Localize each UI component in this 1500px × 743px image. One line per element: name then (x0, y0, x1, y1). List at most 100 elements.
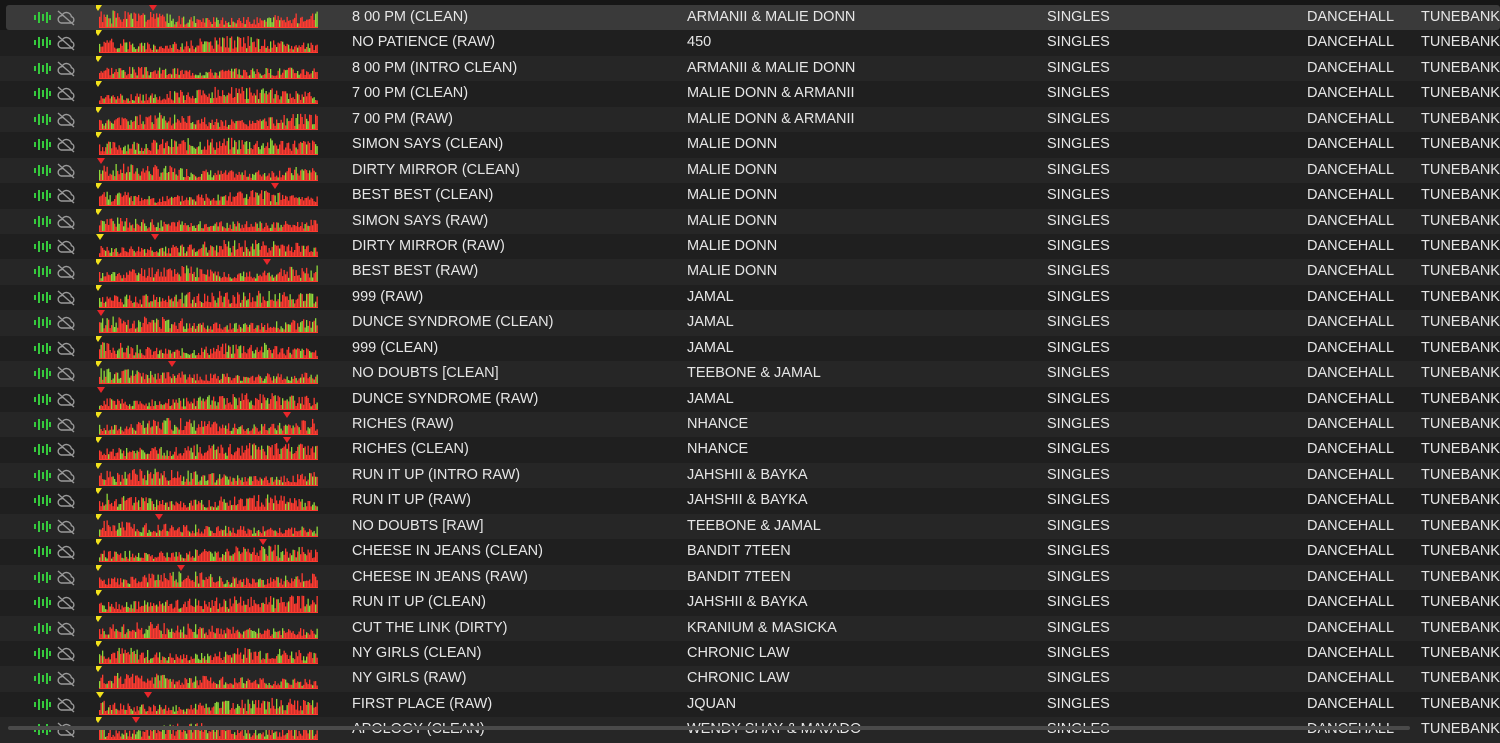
cloud-off-icon[interactable] (56, 162, 76, 179)
waveform-bars-icon[interactable] (33, 188, 51, 203)
waveform-preview[interactable] (96, 335, 322, 361)
waveform-preview[interactable] (96, 462, 322, 488)
cue-marker[interactable] (96, 132, 102, 139)
waveform-bars-icon[interactable] (33, 493, 51, 508)
cloud-off-icon[interactable] (56, 213, 76, 230)
cloud-off-icon[interactable] (56, 85, 76, 102)
track-row[interactable]: 8 00 PM (INTRO CLEAN) ARMANII & MALIE DON… (0, 55, 1500, 82)
cloud-off-icon[interactable] (56, 543, 76, 560)
waveform-preview[interactable] (96, 259, 322, 284)
track-row[interactable]: DIRTY MIRROR (CLEAN) MALIE DONN SINGLES DAN… (0, 157, 1500, 184)
cue-marker[interactable] (97, 157, 105, 164)
horizontal-scrollbar[interactable] (8, 726, 1410, 730)
cloud-off-icon[interactable] (56, 467, 76, 484)
cloud-off-icon[interactable] (56, 9, 76, 26)
cloud-off-icon[interactable] (56, 391, 76, 408)
cue-marker[interactable] (96, 640, 102, 647)
cue-marker[interactable] (151, 233, 159, 240)
waveform-bars-icon[interactable] (33, 290, 51, 305)
waveform-bars-icon[interactable] (33, 519, 51, 534)
waveform-bars-icon[interactable] (33, 570, 51, 585)
cue-marker[interactable] (96, 335, 102, 342)
cue-marker[interactable] (96, 462, 102, 469)
track-row[interactable]: RICHES (RAW) NHANCE SINGLES DANCEHALL TUNEBA… (0, 412, 1500, 438)
waveform-preview[interactable] (96, 106, 322, 132)
waveform-bars-icon[interactable] (33, 163, 51, 178)
waveform-bars-icon[interactable] (33, 214, 51, 229)
track-row[interactable]: CHEESE IN JEANS (CLEAN) BANDIT 7TEEN SINGL… (0, 539, 1500, 565)
track-row[interactable]: CUT THE LINK (DIRTY) KRANIUM & MASICKA SIN… (0, 615, 1500, 641)
cue-marker[interactable] (96, 666, 102, 673)
cue-marker[interactable] (259, 539, 267, 546)
waveform-bars-icon[interactable] (33, 595, 51, 610)
track-row[interactable]: DIRTY MIRROR (RAW) MALIE DONN SINGLES DANCE… (0, 233, 1500, 260)
cue-marker[interactable] (96, 513, 102, 520)
cue-marker[interactable] (97, 386, 105, 393)
track-row[interactable]: RICHES (CLEAN) NHANCE SINGLES DANCEHALL TUNE… (0, 437, 1500, 463)
waveform-preview[interactable] (96, 564, 322, 590)
track-row[interactable]: NY GIRLS (CLEAN) CHRONIC LAW SINGLES DANCEH… (0, 640, 1500, 667)
cloud-off-icon[interactable] (56, 289, 76, 306)
cloud-off-icon[interactable] (56, 136, 76, 153)
waveform-preview[interactable] (96, 157, 322, 183)
track-row[interactable]: NO PATIENCE (RAW) 450 SINGLES DANCEHALL TUNE… (0, 30, 1500, 56)
track-row[interactable]: DUNCE SYNDROME (CLEAN) JAMAL SINGLES DANCEH… (0, 310, 1500, 336)
track-row[interactable]: DUNCE SYNDROME (RAW) JAMAL SINGLES DANCEHAL… (0, 386, 1500, 412)
cue-marker[interactable] (96, 259, 102, 266)
waveform-preview[interactable] (96, 132, 322, 157)
waveform-bars-icon[interactable] (33, 264, 51, 279)
waveform-preview[interactable] (96, 590, 322, 615)
waveform-preview[interactable] (96, 55, 322, 81)
waveform-preview[interactable] (96, 284, 322, 310)
track-row[interactable]: BEST BEST (CLEAN) MALIE DONN SINGLES DANCEH… (0, 183, 1500, 209)
track-row[interactable]: CHEESE IN JEANS (RAW) BANDIT 7TEEN SINGLES… (0, 564, 1500, 591)
cue-marker[interactable] (155, 513, 163, 520)
cue-marker[interactable] (168, 361, 176, 368)
waveform-bars-icon[interactable] (33, 35, 51, 50)
track-row[interactable]: FIRST PLACE (RAW) JQUAN SINGLES DANCEHALL TU… (0, 691, 1500, 718)
cloud-off-icon[interactable] (56, 263, 76, 280)
cue-marker[interactable] (96, 488, 102, 495)
cloud-off-icon[interactable] (56, 111, 76, 128)
waveform-preview[interactable] (96, 386, 322, 412)
cloud-off-icon[interactable] (56, 340, 76, 357)
waveform-preview[interactable] (96, 81, 322, 106)
track-row[interactable]: NY GIRLS (RAW) CHRONIC LAW SINGLES DANCEHAL… (0, 666, 1500, 692)
track-row[interactable]: 999 (CLEAN) JAMAL SINGLES DANCEHALL TUNEBANK (0, 335, 1500, 362)
cloud-off-icon[interactable] (56, 492, 76, 509)
track-row[interactable]: NO DOUBTS [RAW] TEEBONE & JAMAL SINGLES DAN… (0, 513, 1500, 540)
cloud-off-icon[interactable] (56, 60, 76, 77)
waveform-bars-icon[interactable] (33, 10, 51, 25)
waveform-preview[interactable] (96, 5, 322, 30)
track-row[interactable]: SIMON SAYS (RAW) MALIE DONN SINGLES DANCEHA… (0, 208, 1500, 234)
track-row[interactable]: 999 (RAW) JAMAL SINGLES DANCEHALL TUNEBANK (0, 284, 1500, 311)
waveform-bars-icon[interactable] (33, 621, 51, 636)
cloud-off-icon[interactable] (56, 670, 76, 687)
waveform-bars-icon[interactable] (33, 341, 51, 356)
waveform-preview[interactable] (96, 412, 322, 437)
waveform-bars-icon[interactable] (33, 697, 51, 712)
cue-marker[interactable] (132, 717, 140, 724)
cue-marker[interactable] (96, 208, 102, 215)
waveform-bars-icon[interactable] (33, 366, 51, 381)
cue-marker[interactable] (96, 615, 102, 622)
track-row[interactable]: BEST BEST (RAW) MALIE DONN SINGLES DANCEHAL… (0, 259, 1500, 285)
waveform-preview[interactable] (96, 539, 322, 564)
cloud-off-icon[interactable] (56, 314, 76, 331)
cue-marker[interactable] (96, 284, 102, 291)
cue-marker[interactable] (96, 81, 102, 88)
waveform-preview[interactable] (96, 208, 322, 234)
track-row[interactable]: RUN IT UP (INTRO RAW) JAHSHII & BAYKA SING… (0, 462, 1500, 489)
cue-marker[interactable] (96, 590, 102, 597)
cloud-off-icon[interactable] (56, 416, 76, 433)
waveform-bars-icon[interactable] (33, 61, 51, 76)
cue-marker[interactable] (177, 564, 185, 571)
cue-marker[interactable] (96, 564, 102, 571)
cue-marker[interactable] (96, 539, 102, 546)
cue-marker[interactable] (271, 183, 279, 190)
cue-marker[interactable] (96, 233, 104, 240)
waveform-bars-icon[interactable] (33, 392, 51, 407)
waveform-bars-icon[interactable] (33, 86, 51, 101)
cue-marker[interactable] (263, 259, 271, 266)
cue-marker[interactable] (96, 106, 102, 113)
